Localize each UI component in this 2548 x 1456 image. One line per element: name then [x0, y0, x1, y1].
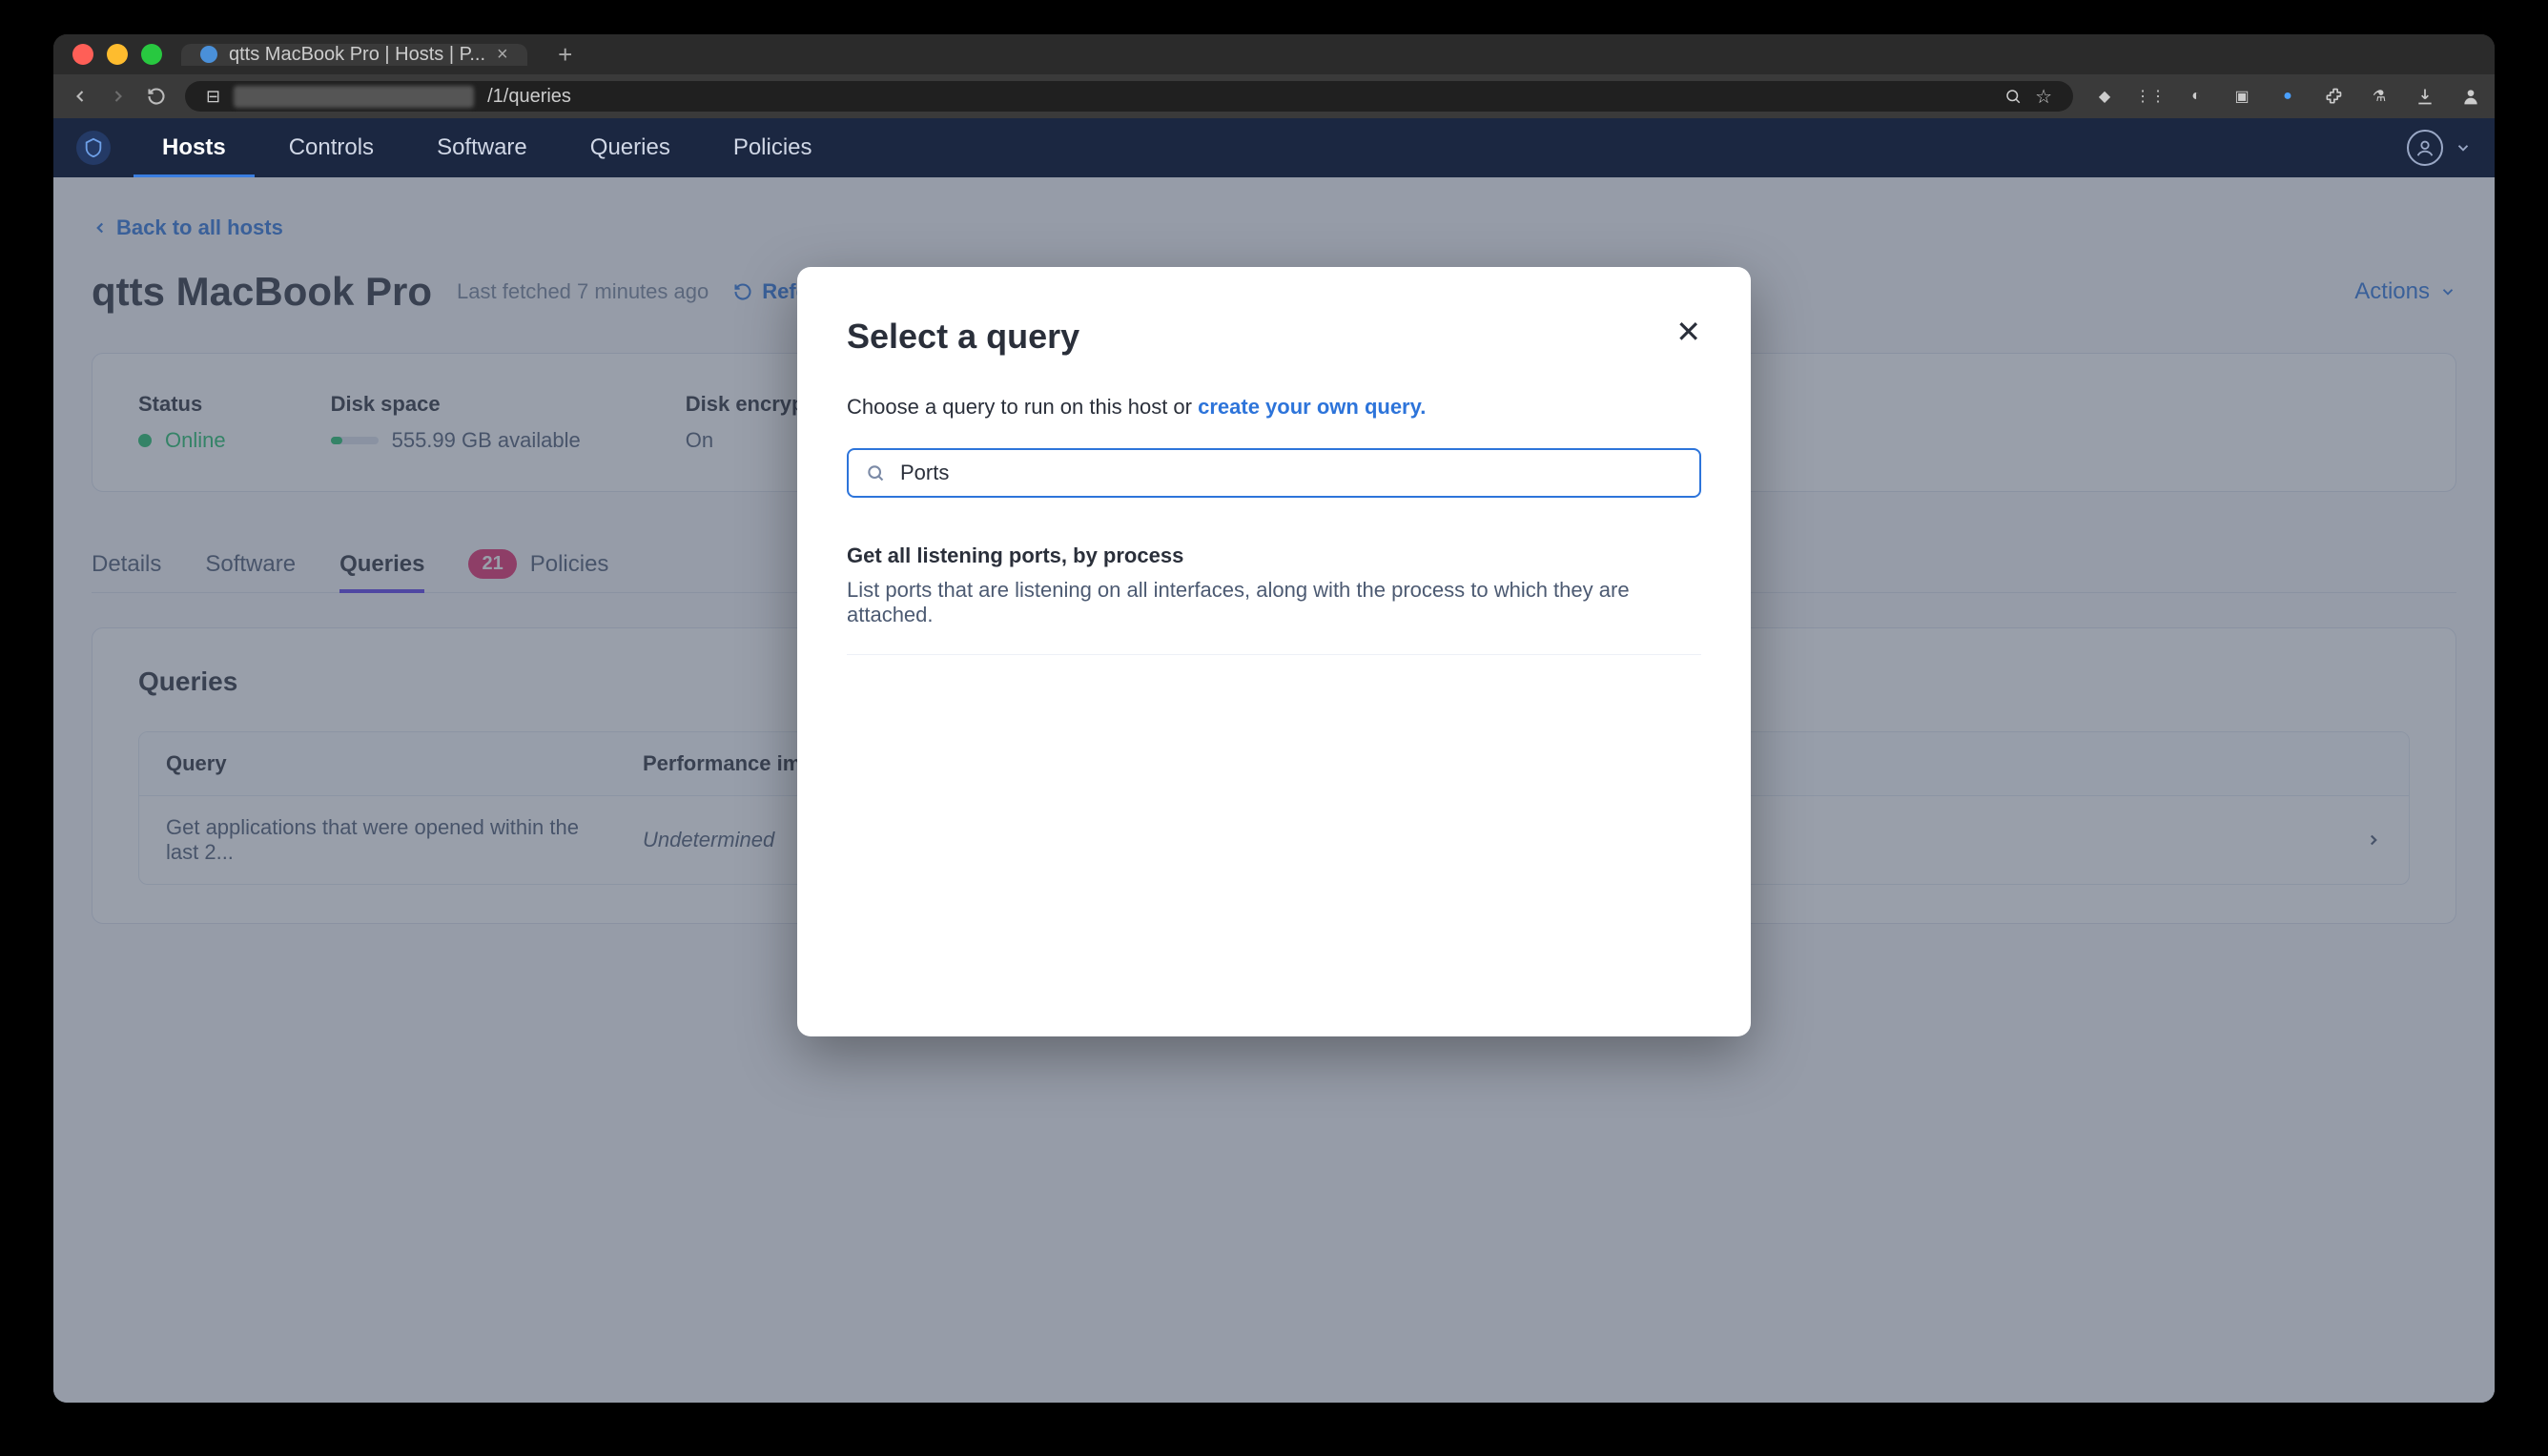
back-button[interactable] [71, 84, 90, 109]
toolbar-right: ◆ ⋮⋮ ◐ ▣ ● ⚗ ⋮ [2092, 84, 2495, 109]
downloads-icon[interactable] [2413, 84, 2437, 109]
query-search-input[interactable] [900, 461, 1682, 485]
avatar-icon [2407, 130, 2443, 166]
window-minimize-button[interactable] [107, 44, 128, 65]
tab-close-icon[interactable]: × [497, 44, 508, 66]
modal-title: Select a query [847, 317, 1079, 357]
nav-queries[interactable]: Queries [562, 117, 699, 178]
window-close-button[interactable] [72, 44, 93, 65]
create-query-link[interactable]: create your own query. [1198, 395, 1426, 419]
select-query-modal: Select a query ✕ Choose a query to run o… [797, 267, 1751, 1036]
search-icon [866, 463, 885, 482]
modal-close-button[interactable]: ✕ [1675, 317, 1701, 347]
tab-title: qtts MacBook Pro | Hosts | P... [229, 44, 485, 66]
query-result-item[interactable]: Get all listening ports, by process List… [847, 543, 1701, 655]
nav-policies[interactable]: Policies [705, 117, 841, 178]
ext-icon-2[interactable]: ⋮⋮ [2138, 84, 2163, 109]
new-tab-button[interactable]: + [546, 40, 585, 70]
nav-account[interactable] [2407, 130, 2472, 166]
ext-icon-6[interactable]: ⚗ [2367, 84, 2392, 109]
traffic-lights [72, 44, 162, 65]
site-info-icon[interactable]: ⊟ [206, 87, 220, 107]
app-logo[interactable] [76, 131, 111, 165]
window-maximize-button[interactable] [141, 44, 162, 65]
extensions-icon[interactable] [2321, 84, 2346, 109]
ext-icon-1[interactable]: ◆ [2092, 84, 2117, 109]
tab-favicon [200, 46, 217, 63]
profile-icon[interactable] [2458, 84, 2483, 109]
browser-toolbar: ⊟ xxxxxxxxxxxxxxxxxxxxxxxx /1/queries ☆ … [53, 74, 2495, 118]
url-host-redacted: xxxxxxxxxxxxxxxxxxxxxxxx [234, 86, 474, 108]
modal-sub-prefix: Choose a query to run on this host or [847, 395, 1198, 419]
app-viewport: Hosts Controls Software Queries Policies… [53, 118, 2495, 1403]
chevron-down-icon [2455, 139, 2472, 156]
modal-subtitle: Choose a query to run on this host or cr… [847, 395, 1701, 420]
url-bar[interactable]: ⊟ xxxxxxxxxxxxxxxxxxxxxxxx /1/queries ☆ [185, 81, 2073, 112]
modal-header: Select a query ✕ [847, 317, 1701, 357]
bookmark-star-icon[interactable]: ☆ [2035, 85, 2052, 109]
browser-tab[interactable]: qtts MacBook Pro | Hosts | P... × [181, 44, 527, 66]
ext-icon-4[interactable]: ▣ [2230, 84, 2254, 109]
forward-button[interactable] [109, 84, 128, 109]
window-top-row: qtts MacBook Pro | Hosts | P... × + [53, 34, 2495, 74]
ext-icon-5[interactable]: ● [2275, 84, 2300, 109]
result-description: List ports that are listening on all int… [847, 578, 1701, 627]
nav-controls[interactable]: Controls [260, 117, 402, 178]
nav-hosts[interactable]: Hosts [134, 117, 255, 178]
zoom-icon[interactable] [2004, 88, 2022, 105]
browser-window: qtts MacBook Pro | Hosts | P... × + ⊟ xx… [53, 34, 2495, 1403]
ext-icon-3[interactable]: ◐ [2184, 84, 2209, 109]
app-nav: Hosts Controls Software Queries Policies [53, 118, 2495, 177]
result-title: Get all listening ports, by process [847, 543, 1701, 568]
query-search-box[interactable] [847, 448, 1701, 498]
reload-button[interactable] [147, 84, 166, 109]
url-path: /1/queries [487, 86, 571, 108]
nav-software[interactable]: Software [408, 117, 556, 178]
